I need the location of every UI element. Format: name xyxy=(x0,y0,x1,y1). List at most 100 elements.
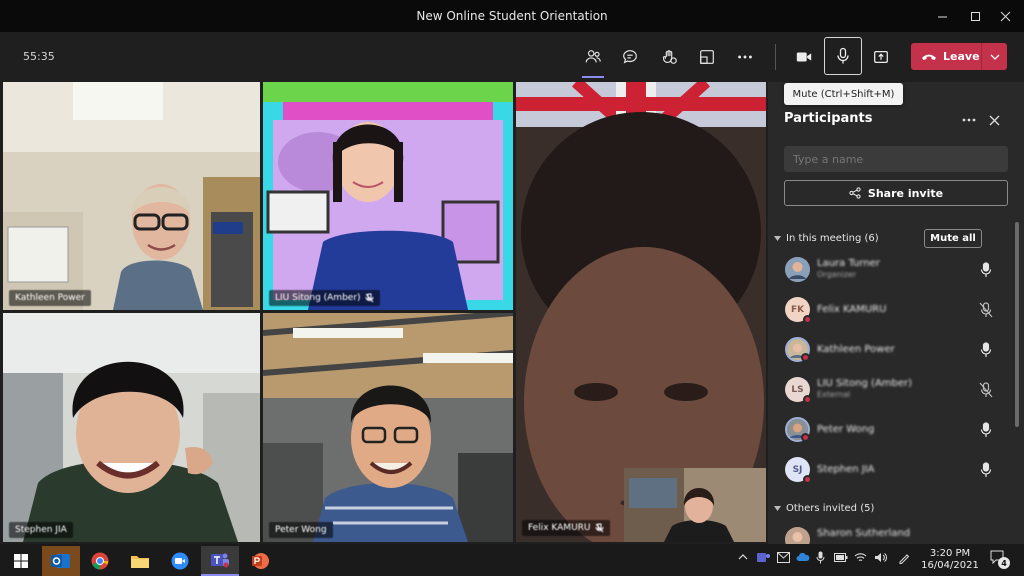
taskbar-teams[interactable] xyxy=(201,546,239,576)
mute-all-button[interactable]: Mute all xyxy=(924,229,982,248)
participants-panel: Participants Share invite In this meetin… xyxy=(768,82,1024,544)
mic-off-icon xyxy=(979,302,993,318)
video-tile[interactable]: Stephen JIA xyxy=(3,313,260,542)
video-feed xyxy=(3,313,260,542)
participant-name-tag: Stephen JIA xyxy=(9,522,73,538)
zoom-icon xyxy=(171,552,189,570)
close-window-button[interactable] xyxy=(990,6,1020,26)
video-tile[interactable]: Kathleen Power xyxy=(3,82,260,310)
close-icon xyxy=(989,115,999,125)
microphone-icon xyxy=(980,422,992,437)
video-feed xyxy=(3,82,260,310)
pen-icon xyxy=(899,554,910,564)
tray-microphone[interactable] xyxy=(816,551,825,567)
microphone-icon xyxy=(837,47,849,64)
tray-volume[interactable] xyxy=(874,552,887,566)
close-icon xyxy=(1000,11,1010,21)
chrome-icon xyxy=(91,552,109,570)
participants-button[interactable] xyxy=(576,41,610,78)
tray-battery[interactable] xyxy=(834,553,848,565)
participant-row[interactable]: SJ Stephen JIA xyxy=(768,450,1018,490)
breakout-rooms-button[interactable] xyxy=(690,41,724,73)
participant-row[interactable]: Peter Wong xyxy=(768,410,1018,450)
video-tile[interactable]: Peter Wong xyxy=(263,313,513,542)
window-title: New Online Student Orientation xyxy=(416,9,608,23)
show-hidden-icons-button[interactable] xyxy=(738,553,748,564)
chat-button[interactable] xyxy=(613,41,647,73)
mail-icon xyxy=(777,552,790,563)
panel-more-button[interactable] xyxy=(960,112,978,128)
notification-count-badge: 4 xyxy=(998,557,1010,569)
share-screen-button[interactable] xyxy=(864,41,898,73)
microphone-icon xyxy=(980,262,992,277)
participant-row[interactable]: Kathleen Power xyxy=(768,330,1018,370)
participant-row[interactable]: FK Felix KAMURU xyxy=(768,290,1018,330)
microphone-icon xyxy=(816,551,825,564)
more-horizontal-icon xyxy=(738,55,752,59)
avatar xyxy=(785,337,810,362)
chat-icon xyxy=(623,50,637,64)
video-tile[interactable]: LIU Sitong (Amber) xyxy=(263,82,513,310)
more-horizontal-icon xyxy=(962,118,976,122)
chevron-down-icon xyxy=(990,54,999,60)
panel-scrollbar[interactable] xyxy=(1015,222,1019,427)
in-meeting-section-header[interactable]: In this meeting (6) xyxy=(774,233,879,244)
windows-logo-icon xyxy=(14,554,28,568)
tray-pen[interactable] xyxy=(898,552,911,567)
taskbar-zoom[interactable] xyxy=(161,546,199,576)
participant-search-input[interactable] xyxy=(784,146,1008,172)
toolbar-divider xyxy=(775,44,776,70)
status-badge xyxy=(801,433,810,442)
teams-icon xyxy=(757,553,770,562)
taskbar-powerpoint[interactable] xyxy=(241,546,279,576)
taskbar-clock[interactable]: 3:20 PM 16/04/2021 xyxy=(918,548,982,572)
meeting-timer: 55:35 xyxy=(23,50,55,63)
others-invited-section-header[interactable]: Others invited (5) xyxy=(774,503,874,514)
camera-button[interactable] xyxy=(787,41,821,73)
taskbar-chrome[interactable] xyxy=(81,546,119,576)
avatar xyxy=(785,417,810,442)
notifications-button[interactable]: 4 xyxy=(990,550,1010,569)
cloud-icon xyxy=(796,552,810,561)
tray-onedrive[interactable] xyxy=(796,552,810,565)
rooms-icon xyxy=(700,50,714,64)
participant-name-tag: LIU Sitong (Amber) xyxy=(269,290,380,306)
mute-tooltip: Mute (Ctrl+Shift+M) xyxy=(784,83,903,105)
start-button[interactable] xyxy=(2,546,40,576)
share-icon xyxy=(849,187,861,199)
people-icon xyxy=(585,50,601,63)
maximize-icon xyxy=(970,11,980,21)
more-actions-button[interactable] xyxy=(728,41,762,73)
share-invite-label: Share invite xyxy=(867,186,944,200)
raise-hand-icon xyxy=(663,50,677,64)
share-tray-icon xyxy=(874,50,888,64)
panel-close-button[interactable] xyxy=(986,112,1002,128)
tray-wifi[interactable] xyxy=(854,552,867,566)
wifi-icon xyxy=(854,553,867,562)
tray-teams[interactable] xyxy=(757,552,770,567)
caret-down-icon xyxy=(774,506,781,511)
powerpoint-icon xyxy=(252,553,269,569)
leave-button[interactable]: Leave xyxy=(911,43,1007,70)
participant-row[interactable]: Laura Turner Organizer xyxy=(768,250,1018,290)
maximize-button[interactable] xyxy=(960,6,990,26)
battery-icon xyxy=(834,553,848,562)
leave-options-dropdown[interactable] xyxy=(981,43,1007,70)
minimize-button[interactable] xyxy=(927,6,957,26)
microphone-button[interactable] xyxy=(824,37,862,75)
caret-down-icon xyxy=(774,236,781,241)
person-photo-icon xyxy=(785,257,810,282)
participant-row[interactable]: LS LIU Sitong (Amber) External xyxy=(768,370,1018,410)
status-badge xyxy=(801,353,810,362)
leave-label: Leave xyxy=(943,50,980,63)
self-view-tile[interactable] xyxy=(624,468,766,542)
status-badge xyxy=(803,395,812,404)
microphone-icon xyxy=(980,462,992,477)
share-invite-button[interactable]: Share invite xyxy=(784,180,1008,206)
reactions-button[interactable] xyxy=(652,41,686,73)
tray-mail[interactable] xyxy=(777,552,790,566)
invited-row[interactable]: Sharon Sutherland xyxy=(768,520,1018,544)
taskbar-outlook[interactable] xyxy=(42,546,80,576)
participant-name-tag: Peter Wong xyxy=(269,522,333,538)
taskbar-file-explorer[interactable] xyxy=(121,546,159,576)
